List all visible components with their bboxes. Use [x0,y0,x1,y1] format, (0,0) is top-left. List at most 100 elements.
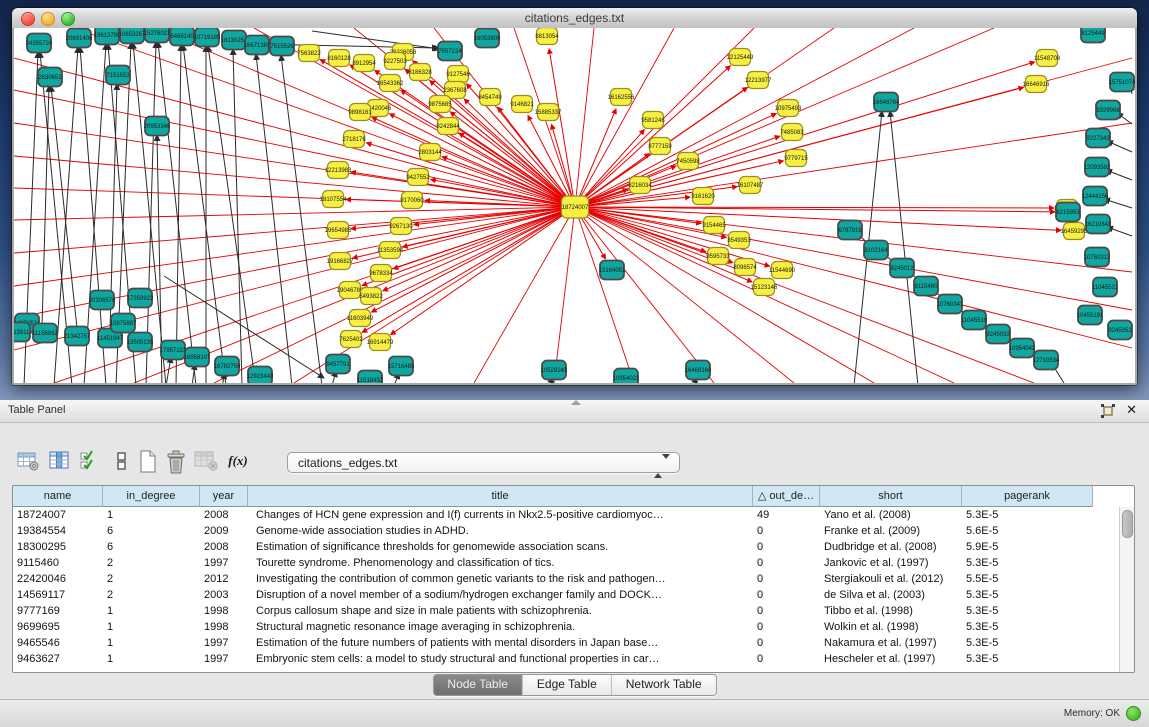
graph-node[interactable]: 16469160 [685,361,712,380]
column-header-out_de[interactable]: △ out_de… [753,486,820,507]
graph-node[interactable]: 13184051 [599,261,626,280]
graph-node[interactable]: 19166827 [327,253,354,270]
graph-node[interactable]: 7151553 [106,66,130,85]
graph-node[interactable]: 10975887 [110,314,137,333]
graph-node[interactable]: 9779715 [784,150,808,167]
graph-node[interactable]: 20691406 [66,29,93,48]
graph-node[interactable]: 12710534 [1033,351,1060,370]
graph-node[interactable]: 8096574 [733,259,757,276]
graph-node[interactable]: 12213977 [745,72,772,89]
graph-node[interactable]: 9146821 [510,96,534,113]
graph-node[interactable]: 8215953 [1056,203,1080,222]
float-panel-icon[interactable] [1101,404,1115,418]
graph-node[interactable]: 8912954 [352,55,376,72]
graph-node[interactable]: 8160128 [327,50,351,67]
delete-column-icon[interactable] [164,450,188,476]
network-view[interactable]: 1872400775638228160128891295428226058922… [14,28,1135,383]
tab-node-table[interactable]: Node Table [433,675,523,695]
graph-node[interactable]: 12444156 [1082,187,1109,206]
graph-node[interactable]: 9329966 [1096,101,1120,120]
graph-node[interactable]: 20953346 [144,117,171,136]
function-builder-icon[interactable]: f(x) [226,450,250,476]
graph-node[interactable]: 9245052 [1108,321,1132,340]
graph-node[interactable]: 18724007 [562,196,590,218]
graph-node[interactable]: 16210643 [1085,215,1112,234]
graph-node[interactable]: 15751074 [1109,73,1135,92]
select-columns-icon[interactable] [78,450,102,476]
graph-node[interactable]: 2630651 [38,68,62,87]
graph-node[interactable]: 2803144 [418,144,442,161]
delete-table-icon[interactable] [194,450,218,476]
graph-node[interactable]: 15123146 [751,279,778,296]
graph-node[interactable]: 10529243 [541,361,568,380]
graph-node[interactable]: 16914479 [367,334,394,351]
column-header-title[interactable]: title [248,486,753,507]
graph-node[interactable]: 3913911 [14,323,30,342]
graph-node[interactable]: 7563822 [297,45,321,62]
table-row[interactable]: 1872400712008Changes of HCN gene express… [13,507,1134,523]
graph-node[interactable]: 11518453 [357,371,384,384]
graph-node[interactable]: 5493822 [359,288,383,305]
graph-node[interactable]: 7557224 [438,42,462,61]
graph-node[interactable]: 12923448 [247,367,274,384]
tab-edge-table[interactable]: Edge Table [523,675,612,695]
graph-node[interactable]: 9154465 [702,217,726,234]
graph-node[interactable]: 11045521 [1092,278,1119,297]
graph-node[interactable]: 16782759 [214,357,241,376]
graph-node[interactable]: 16107487 [737,177,764,194]
table-row[interactable]: 946554611997Estimation of the future num… [13,635,1134,651]
vertical-scrollbar[interactable] [1119,507,1134,672]
graph-node[interactable]: 11548708 [1034,50,1061,67]
graph-node[interactable]: 17359923 [127,289,154,308]
graph-node[interactable]: 15716485 [388,357,415,376]
graph-node[interactable]: 9245012 [890,259,914,278]
column-header-in_degree[interactable]: in_degree [103,486,200,507]
graph-node[interactable]: 10954042 [1009,339,1036,358]
graph-node[interactable]: 16958107 [184,348,211,367]
graph-node[interactable]: 2718176 [342,131,366,148]
table-panel-titlebar[interactable]: Table Panel ✕ [0,400,1149,423]
graph-node[interactable]: 9898161 [348,104,372,121]
graph-node[interactable]: 10760312 [1084,248,1111,267]
graph-node[interactable]: 9227343 [1086,129,1110,148]
network-canvas[interactable]: 1872400775638228160128891295428226058922… [14,28,1135,383]
graph-node[interactable]: 8777159 [648,138,672,155]
graph-node[interactable]: 24355724 [26,34,53,53]
graph-node[interactable]: 8125449 [1081,28,1105,43]
new-column-icon[interactable] [136,450,160,476]
network-window[interactable]: citations_edges.txt 18724007756382281601… [12,8,1137,385]
table-row[interactable]: 1830029562008Estimation of significance … [13,539,1134,555]
scrollbar-thumb[interactable] [1122,510,1133,538]
graph-node[interactable]: 8454749 [478,89,502,106]
graph-node[interactable]: 9170060 [400,192,424,209]
network-table-dropdown[interactable]: citations_edges.txt [287,452,680,473]
graph-node[interactable]: 13505135 [127,333,154,352]
table-row[interactable]: 969969511998Structural magnetic resonanc… [13,619,1134,635]
graph-node[interactable]: 18107554 [320,191,347,208]
graph-node[interactable]: 9678334 [369,265,393,282]
graph-node[interactable]: 9267130 [389,218,413,235]
column-header-name[interactable]: name [13,486,103,507]
graph-node[interactable]: 16162556 [608,89,635,106]
graph-node[interactable]: 9427552 [406,169,430,186]
graph-node[interactable]: 12213983 [325,162,352,179]
graph-node[interactable]: 11353594 [377,242,404,259]
graph-node[interactable]: 16053809 [474,29,501,48]
table-row[interactable]: 911546021997Tourette syndrome. Phenomeno… [13,555,1134,571]
graph-node[interactable]: 8102164 [864,241,888,260]
table-settings-icon[interactable] [16,450,40,476]
graph-node[interactable]: 8813054 [535,28,559,45]
graph-node[interactable]: 9245032 [986,325,1010,344]
table-row[interactable]: 977716911998Corpus callosum shape and si… [13,603,1134,619]
graph-node[interactable]: 6466140 [170,28,194,46]
graph-node[interactable]: 7515526 [270,37,294,56]
graph-node[interactable]: 8186328 [408,64,432,81]
graph-node[interactable]: 19654985 [325,222,352,239]
graph-node[interactable]: 16646916 [1023,76,1050,93]
graph-node[interactable]: 21342757 [64,327,91,346]
graph-node[interactable]: 10455191 [1077,306,1104,325]
graph-node[interactable]: 16648784 [873,93,900,112]
graph-node[interactable]: 11603949 [347,310,374,327]
graph-node[interactable]: 6797919 [838,221,862,240]
column-header-short[interactable]: short [820,486,962,507]
